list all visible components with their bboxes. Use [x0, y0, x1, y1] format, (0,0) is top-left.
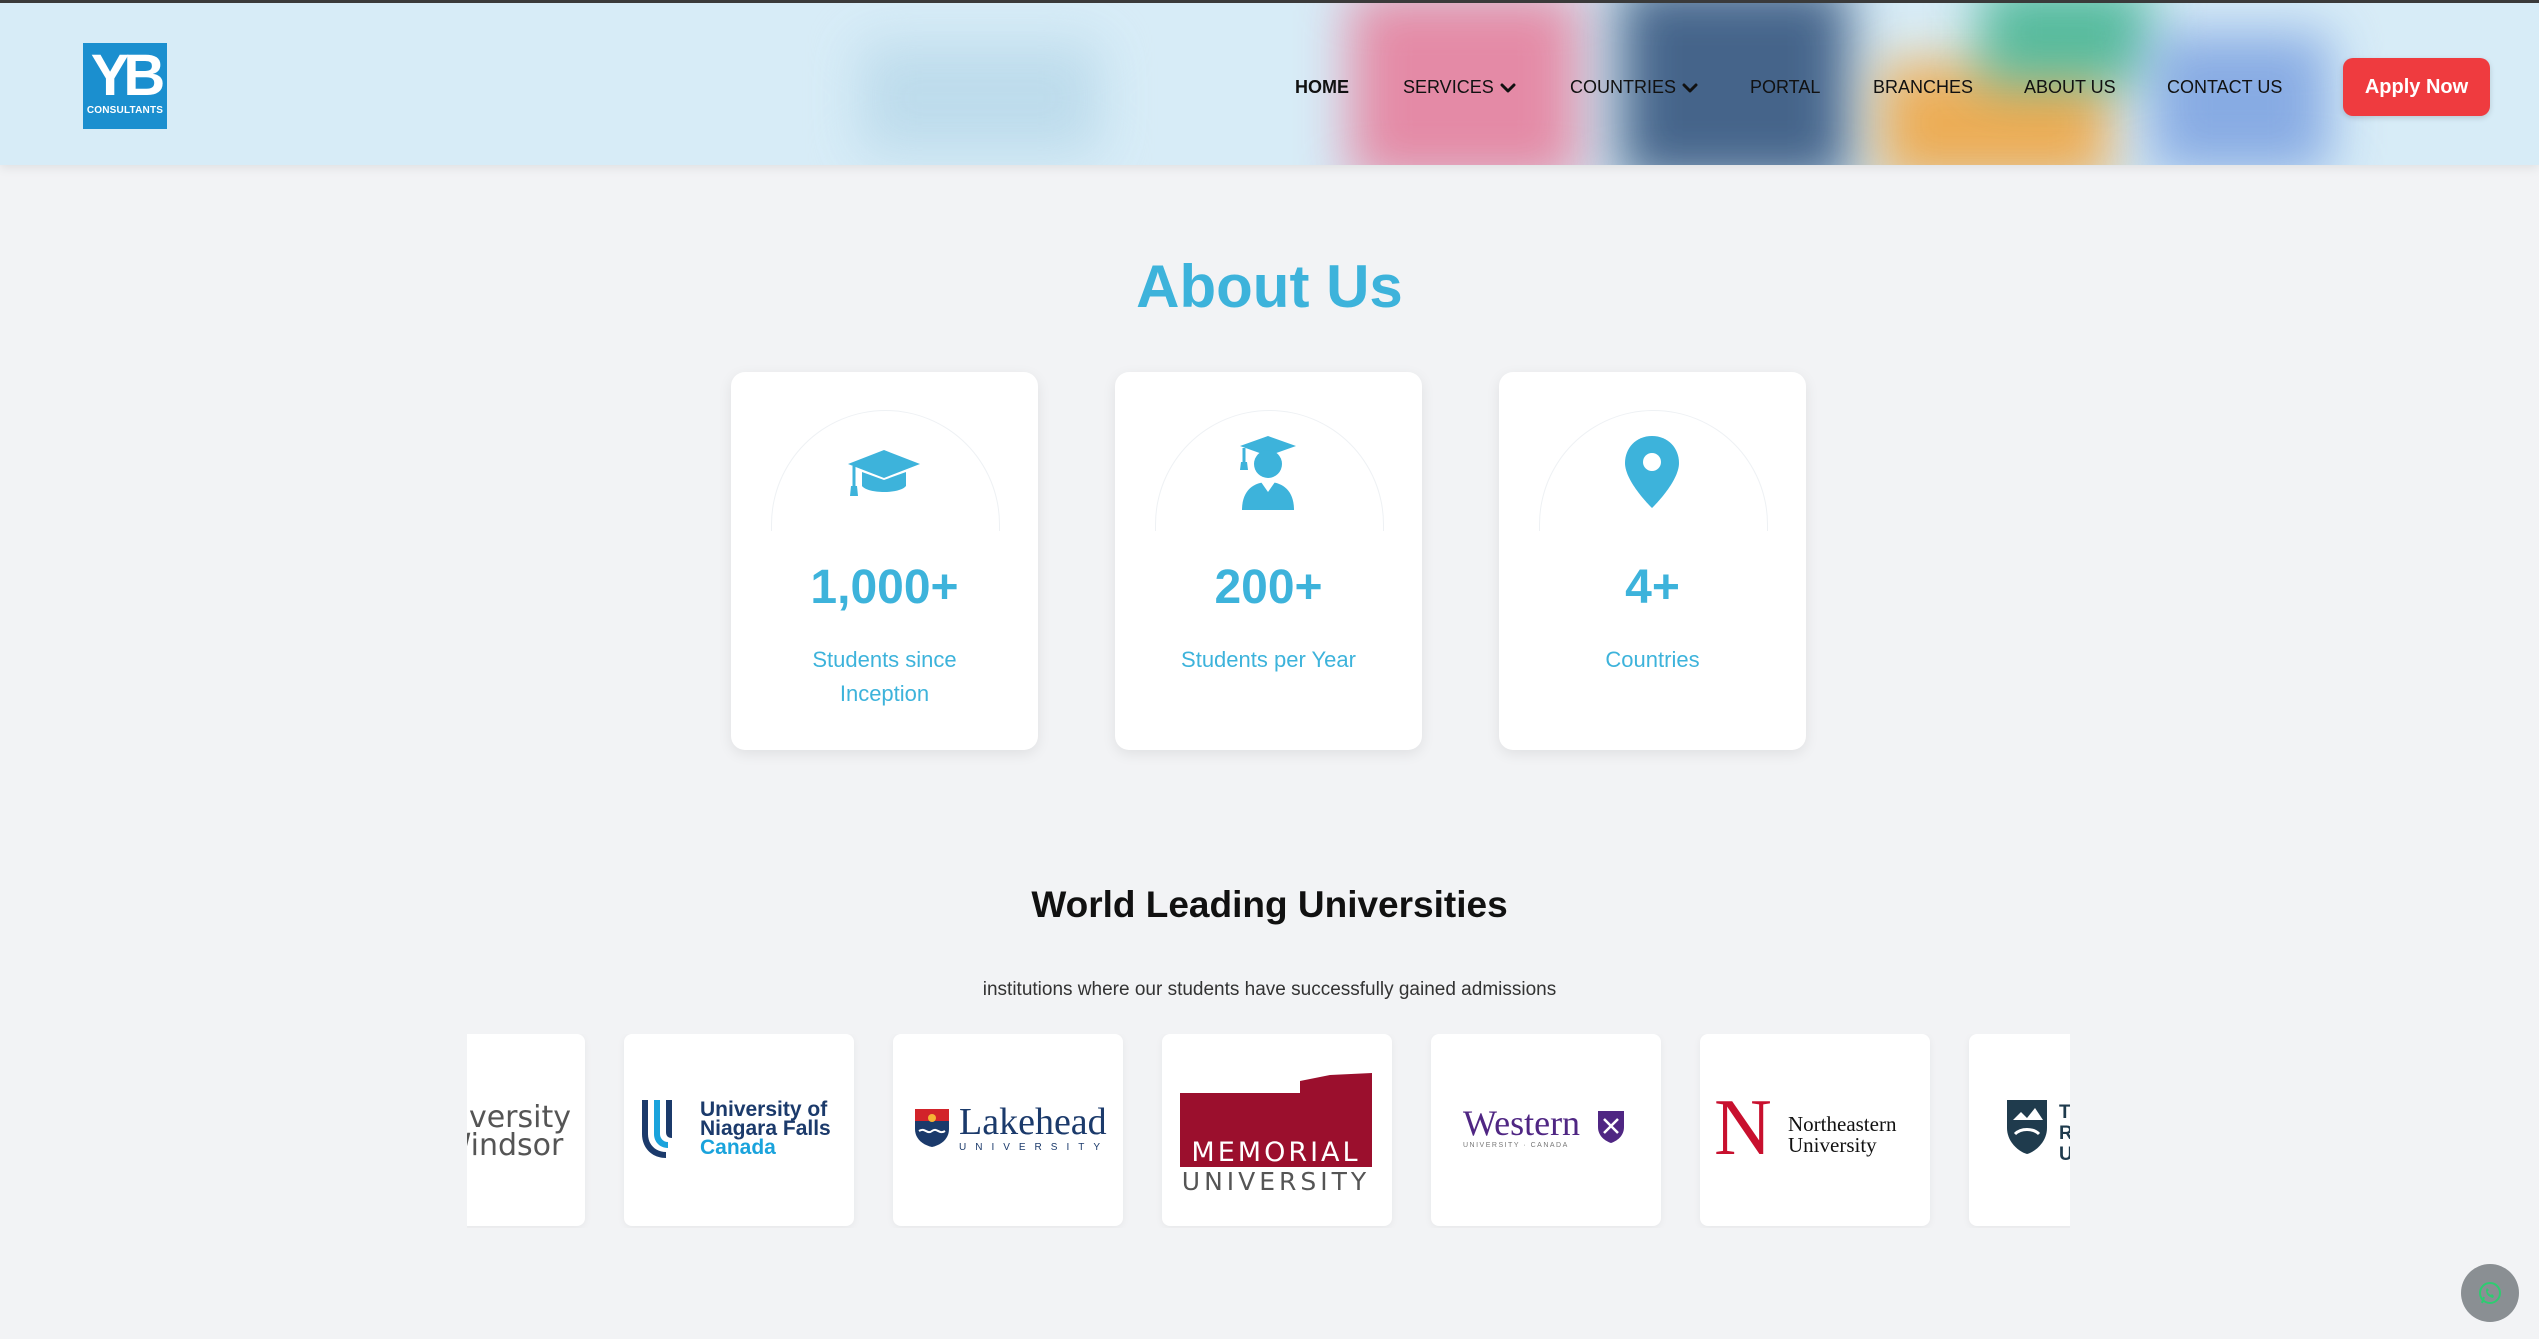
northeastern-line1: Northeastern [1788, 1112, 1897, 1136]
lakehead-sub: UNIVERSITY [959, 1142, 1110, 1153]
western-name: Western [1463, 1103, 1581, 1143]
university-logo-partial[interactable]: TI RI UI [1969, 1034, 2070, 1226]
whatsapp-icon [2479, 1282, 2501, 1304]
nav-home-label: HOME [1295, 77, 1349, 97]
window-top-border [0, 0, 2539, 3]
hero-backdrop-blob [2150, 33, 2330, 165]
university-logo-western[interactable]: Western UNIVERSITY · CANADA [1431, 1034, 1661, 1226]
chevron-down-icon [1682, 83, 1698, 92]
western-crest-icon [1598, 1111, 1624, 1143]
windsor-line2: Windsor [467, 1128, 564, 1163]
western-sub: UNIVERSITY · CANADA [1463, 1142, 1569, 1149]
northeastern-wordmark: Northeastern University [1788, 1114, 1896, 1156]
nav-countries-label: COUNTRIES [1570, 77, 1677, 97]
location-pin-icon [1625, 436, 1679, 508]
nav-services-label: SERVICES [1403, 77, 1494, 97]
stat-value: 4+ [1625, 561, 1680, 614]
nav-contact-us[interactable]: CONTACT US [2167, 77, 2282, 98]
university-logo-carousel[interactable]: niversity Windsor University of Niagara … [467, 1034, 2070, 1228]
nav-home[interactable]: HOME [1295, 77, 1349, 98]
western-wordmark: Western UNIVERSITY · CANADA [1463, 1104, 1580, 1149]
logo-subtitle: CONSULTANTS [86, 105, 164, 116]
partial-wordmark: TI RI UI [2059, 1102, 2070, 1165]
universities-title: World Leading Universities [1031, 884, 1508, 925]
nav-branches[interactable]: BRANCHES [1873, 77, 1973, 98]
stat-label: Students since Inception [812, 647, 957, 706]
lakehead-wordmark: Lakehead UNIVERSITY [959, 1102, 1109, 1153]
lakehead-crest-icon [915, 1109, 949, 1147]
northeastern-line2: University [1788, 1133, 1877, 1157]
university-logo-memorial[interactable]: MEMORIAL UNIVERSITY [1162, 1034, 1392, 1226]
windsor-wordmark: niversity Windsor [467, 1103, 571, 1163]
logo-mark: YB [90, 43, 166, 108]
university-logo-northeastern[interactable]: N Northeastern University [1700, 1034, 1930, 1226]
graduation-cap-icon [848, 450, 920, 496]
nav-about-us-label: ABOUT US [2024, 77, 2116, 97]
partial-line3: UI [2059, 1144, 2070, 1165]
university-shield-icon [2007, 1100, 2047, 1154]
lakehead-name: Lakehead [959, 1101, 1107, 1143]
memorial-sub: UNIVERSITY [1181, 1167, 1371, 1196]
stat-card-students-per-year: 200+ Students per Year [1115, 372, 1422, 750]
brand-logo[interactable]: YB CONSULTANTS [83, 43, 167, 129]
memorial-name: MEMORIAL [1191, 1137, 1361, 1168]
partial-line1: TI [2059, 1102, 2070, 1123]
nav-portal[interactable]: PORTAL [1750, 77, 1820, 98]
stat-card-students-since-inception: 1,000+ Students since Inception [731, 372, 1038, 750]
chevron-down-icon [1500, 83, 1516, 92]
universities-subtitle: institutions where our students have suc… [982, 979, 1557, 1000]
stat-card-countries: 4+ Countries [1499, 372, 1806, 750]
nav-countries[interactable]: COUNTRIES [1570, 77, 1698, 98]
nav-portal-label: PORTAL [1750, 77, 1821, 97]
university-logo-windsor[interactable]: niversity Windsor [467, 1034, 585, 1226]
nav-contact-us-label: CONTACT US [2167, 77, 2283, 97]
whatsapp-chat-button[interactable] [2461, 1264, 2519, 1322]
hero-backdrop-blob [860, 43, 1100, 153]
stat-value: 200+ [1214, 561, 1323, 614]
northeastern-n-mark-icon: N [1714, 1084, 1772, 1172]
stat-label: Students per Year [1181, 647, 1356, 672]
site-header: YB CONSULTANTS HOME SERVICES COUNTRIES P… [0, 3, 2539, 165]
university-logo-lakehead[interactable]: Lakehead UNIVERSITY [893, 1034, 1123, 1226]
partial-line2: RI [2059, 1123, 2070, 1144]
hero-backdrop-blob [1980, 3, 2150, 83]
nav-services[interactable]: SERVICES [1403, 77, 1516, 98]
nav-branches-label: BRANCHES [1873, 77, 1974, 97]
niagara-falls-mark-icon [642, 1100, 672, 1158]
niagara-falls-wordmark: University of Niagara Falls Canada [700, 1099, 831, 1159]
nav-about-us[interactable]: ABOUT US [2024, 77, 2116, 98]
niagara-line3: Canada [700, 1136, 776, 1159]
stat-label: Countries [1605, 647, 1700, 672]
about-title: About Us [1136, 253, 1403, 320]
graduate-student-icon [1240, 436, 1296, 510]
university-logo-niagara-falls[interactable]: University of Niagara Falls Canada [624, 1034, 854, 1226]
stat-value: 1,000+ [810, 561, 959, 614]
apply-now-button[interactable]: Apply Now [2343, 58, 2490, 116]
